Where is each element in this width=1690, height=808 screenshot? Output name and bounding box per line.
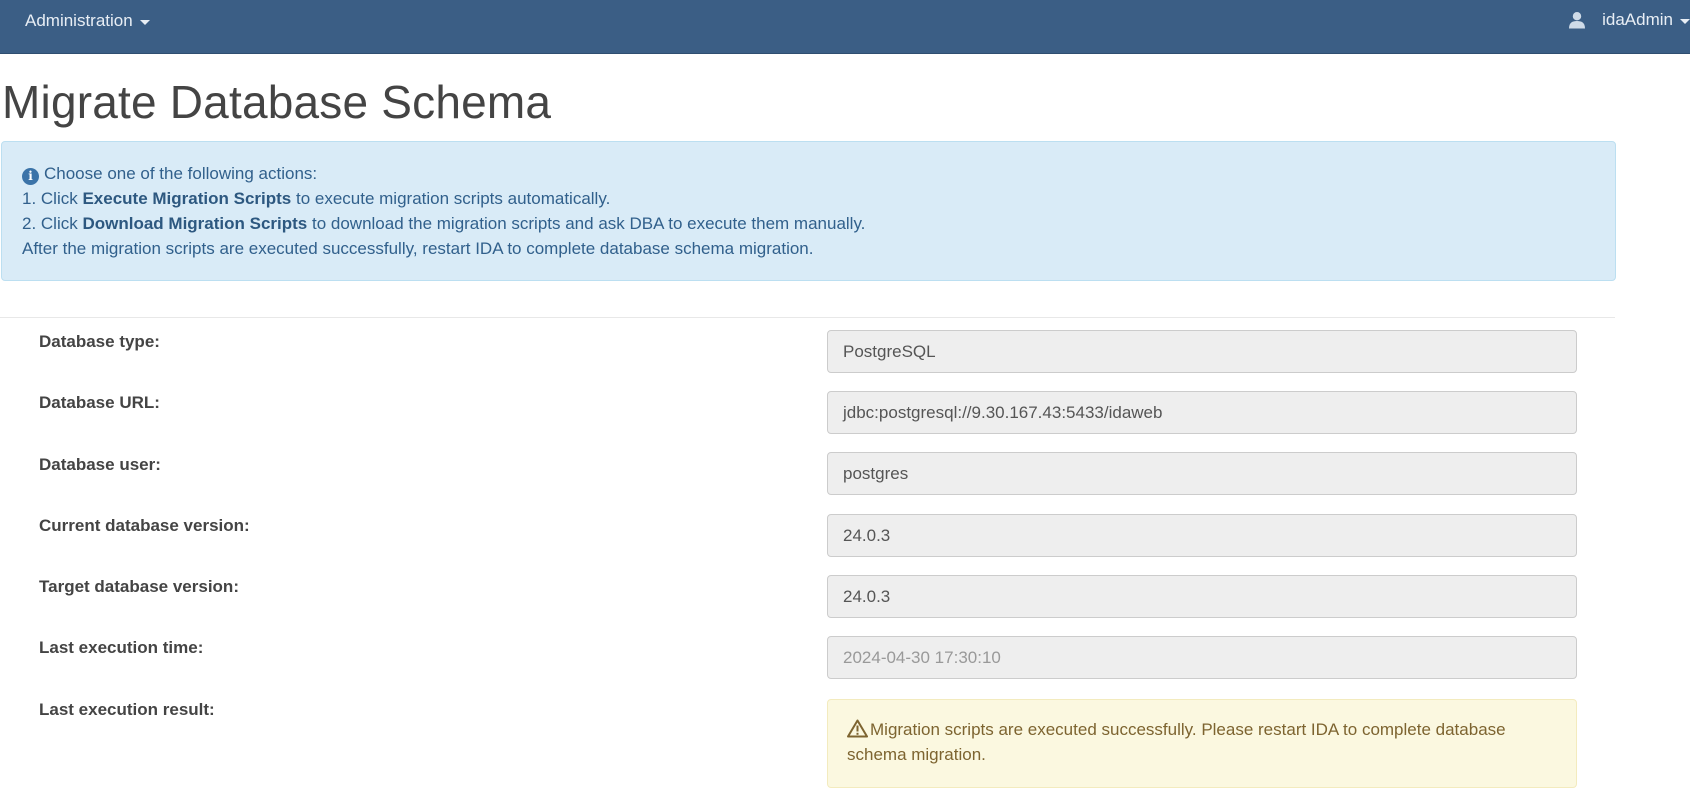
chevron-down-icon bbox=[139, 19, 150, 25]
database-type-field[interactable]: PostgreSQL bbox=[827, 330, 1577, 373]
last-execution-time-label: Last execution time: bbox=[39, 638, 204, 657]
chevron-down-icon bbox=[1680, 18, 1690, 24]
last-execution-result-alert: Migration scripts are executed successfu… bbox=[827, 699, 1577, 788]
user-icon bbox=[1569, 12, 1586, 29]
database-user-field[interactable]: postgres bbox=[827, 452, 1577, 495]
info-alert: i Choose one of the following actions: 1.… bbox=[1, 141, 1616, 281]
current-database-version-field[interactable]: 24.0.3 bbox=[827, 514, 1577, 557]
top-navbar: Administration idaAdmin bbox=[0, 0, 1690, 54]
user-menu-label: idaAdmin bbox=[1602, 10, 1673, 29]
info-line-1-prefix: 1. Click bbox=[22, 189, 83, 208]
target-database-version-field[interactable]: 24.0.3 bbox=[827, 575, 1577, 618]
info-icon: i bbox=[22, 168, 39, 185]
last-execution-result-label: Last execution result: bbox=[39, 700, 215, 719]
database-url-label: Database URL: bbox=[39, 393, 160, 412]
info-intro-line: i Choose one of the following actions: bbox=[22, 161, 1595, 186]
execute-migration-scripts-text: Execute Migration Scripts bbox=[82, 189, 292, 208]
database-user-label: Database user: bbox=[39, 455, 161, 474]
last-execution-time-field[interactable]: 2024-04-30 17:30:10 bbox=[827, 636, 1577, 679]
divider bbox=[0, 317, 1615, 318]
download-migration-scripts-text: Download Migration Scripts bbox=[82, 214, 308, 233]
last-execution-result-text: Migration scripts are executed successfu… bbox=[847, 720, 1506, 764]
info-line-1: 1. Click Execute Migration Scripts to ex… bbox=[22, 186, 1595, 211]
administration-menu[interactable]: Administration bbox=[25, 11, 150, 31]
user-menu[interactable]: idaAdmin bbox=[1568, 10, 1690, 30]
info-line-1-suffix: to execute migration scripts automatical… bbox=[291, 189, 611, 208]
info-line-3: After the migration scripts are executed… bbox=[22, 239, 814, 258]
info-line-2: 2. Click Download Migration Scripts to d… bbox=[22, 211, 1595, 236]
page-title: Migrate Database Schema bbox=[2, 76, 552, 128]
current-database-version-label: Current database version: bbox=[39, 516, 250, 535]
database-type-label: Database type: bbox=[39, 332, 160, 351]
administration-menu-label: Administration bbox=[25, 11, 133, 30]
warning-icon bbox=[847, 719, 868, 738]
info-line-2-suffix: to download the migration scripts and as… bbox=[307, 214, 866, 233]
database-url-field[interactable]: jdbc:postgresql://9.30.167.43:5433/idawe… bbox=[827, 391, 1577, 434]
info-line-2-prefix: 2. Click bbox=[22, 214, 83, 233]
target-database-version-label: Target database version: bbox=[39, 577, 239, 596]
info-intro: Choose one of the following actions: bbox=[44, 164, 318, 183]
